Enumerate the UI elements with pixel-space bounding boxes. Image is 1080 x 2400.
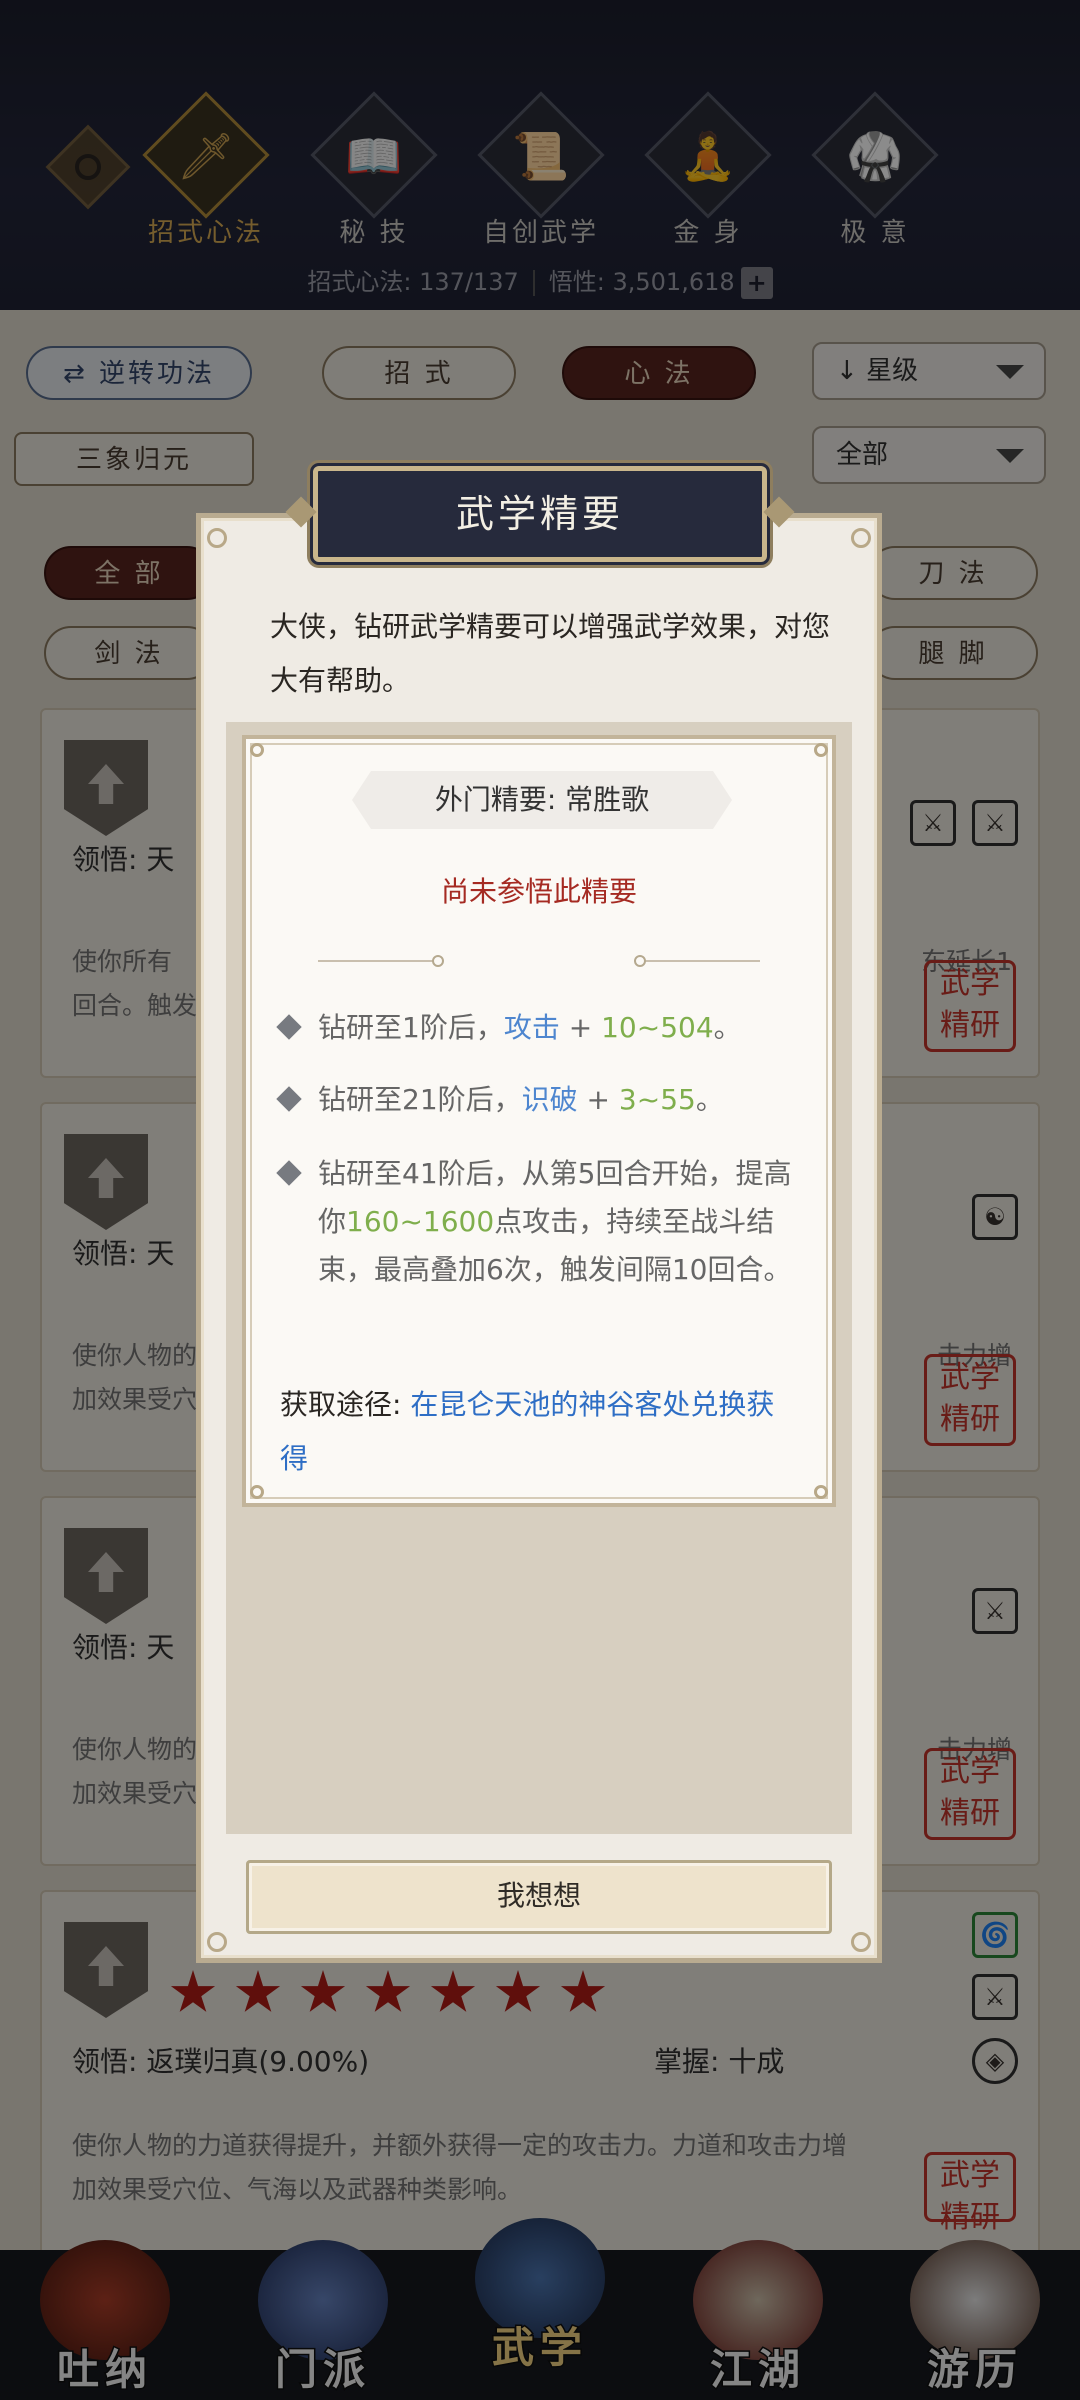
essence-status: 尚未参悟此精要 (440, 875, 637, 908)
effect-tier-41: 钻研至41阶后，从第5回合开始，提高你160~1600点攻击，持续至战斗结束，最… (276, 1150, 800, 1294)
diamond-bullet-icon (276, 1086, 302, 1112)
overlay-dim-top[interactable] (0, 0, 1080, 310)
effect-tier-1: 钻研至1阶后，攻击 + 10~504。 (276, 1004, 800, 1052)
dialog-title: 武学精要 (285, 466, 795, 562)
dialog-intro: 大侠，钻研武学精要可以增强武学效果，对您大有帮助。 (270, 610, 831, 697)
ornament-divider (318, 955, 444, 967)
effect-tier-21: 钻研至21阶后，识破 + 3~55。 (276, 1076, 800, 1124)
essence-subtitle: 外门精要: 常胜歌 (352, 771, 732, 829)
diamond-bullet-icon (276, 1160, 302, 1186)
diamond-bullet-icon (276, 1014, 302, 1040)
ornament-divider (634, 955, 760, 967)
think-again-button[interactable]: 我想想 (246, 1860, 832, 1934)
acquisition-source: 获取途径: 在昆仑天池的神谷客处兑换获得 (280, 1388, 775, 1475)
